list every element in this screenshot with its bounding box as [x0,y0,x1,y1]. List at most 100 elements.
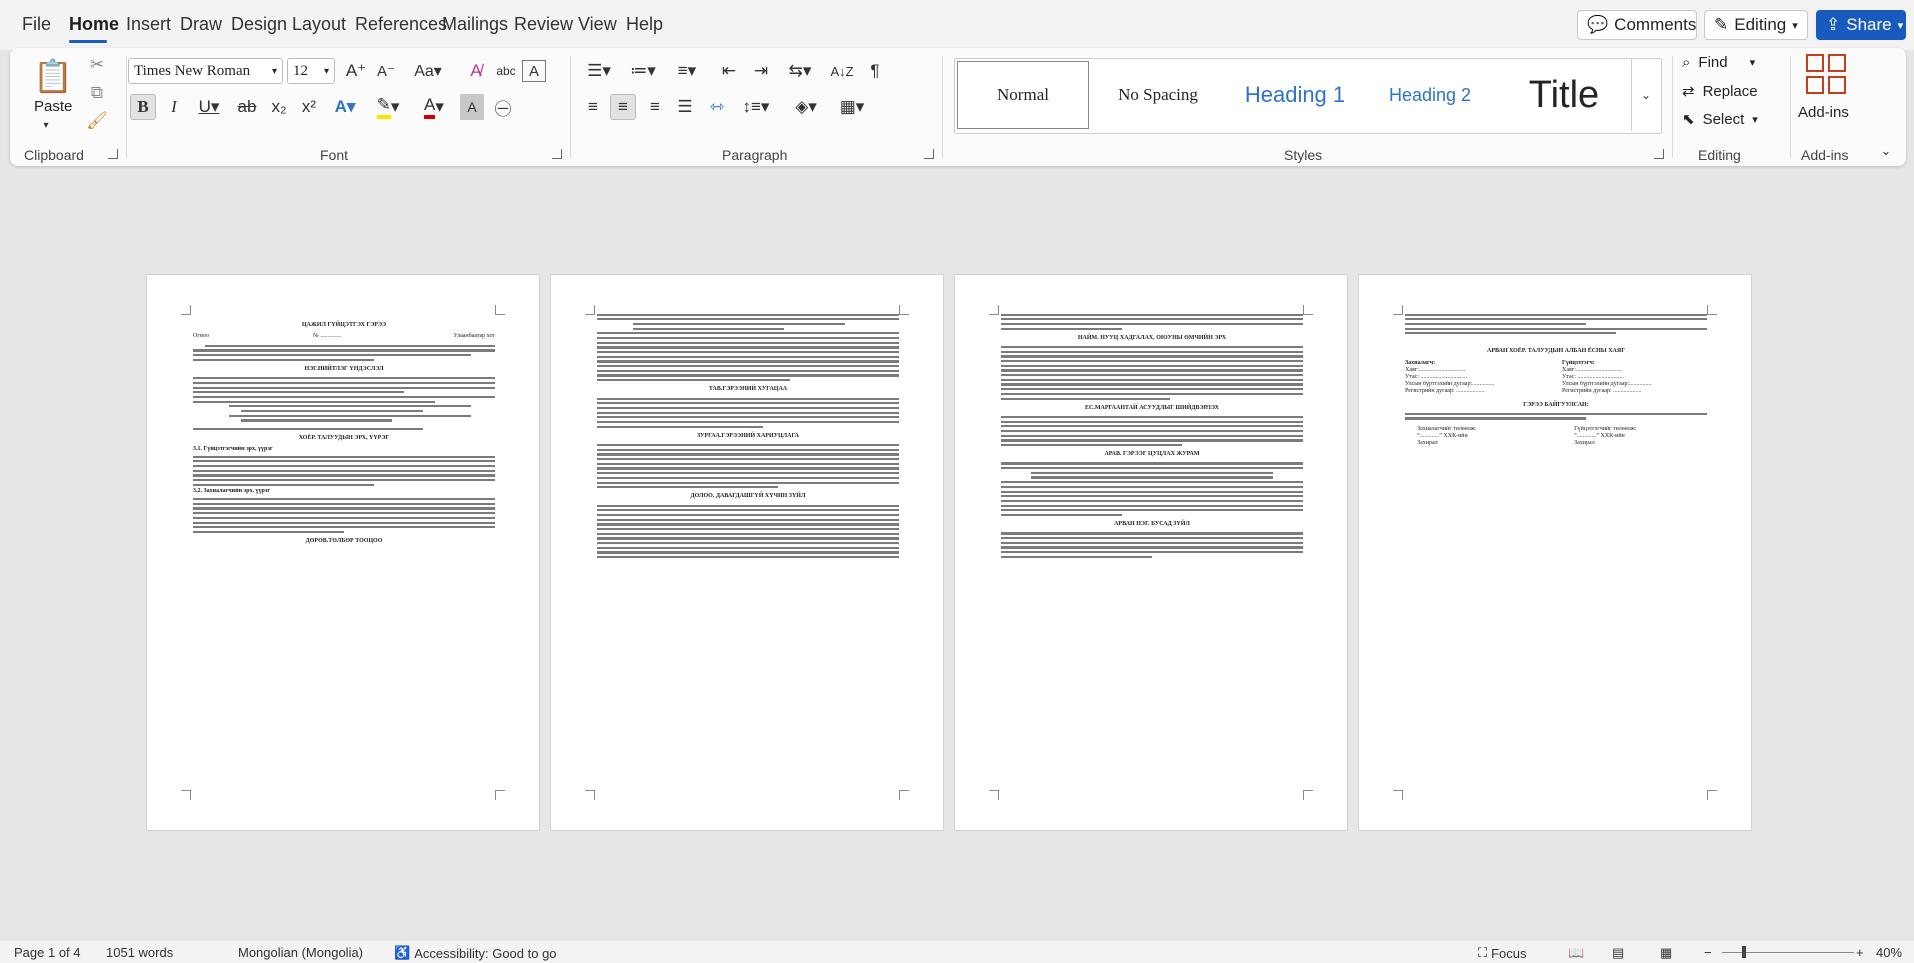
text-line [229,405,471,408]
highlight-color-icon[interactable]: ✎ ▾ [368,94,408,120]
style-normal[interactable]: Normal [957,61,1089,129]
text-effects-icon[interactable]: A▾ [328,94,362,120]
superscript-icon[interactable]: x² [296,94,322,120]
copy-icon[interactable]: ⧉ [86,82,108,104]
tab-layout[interactable]: Layout [292,14,346,35]
change-case-icon[interactable]: Aa▾ [406,58,450,84]
language-indicator[interactable]: Mongolian (Mongolia) [238,945,363,960]
page-2[interactable]: ТАВ.ГЭРЭЭНИЙ ХУГАЦАА ЗУРГАА.ГЭРЭЭНИЙ ХАР… [550,274,944,831]
styles-more-icon[interactable]: ⌄ [1631,59,1660,131]
print-layout-icon[interactable]: ▤ [1612,945,1624,961]
tab-references[interactable]: References [355,14,447,35]
align-right-icon[interactable]: ≡ [642,94,668,120]
word-count[interactable]: 1051 words [106,945,173,960]
accessibility-status[interactable]: ♿ Accessibility: Good to go [394,945,557,961]
share-button[interactable]: ⇪ Share ▾ [1816,10,1906,40]
text-line [1001,378,1303,381]
borders-icon[interactable]: ▦▾ [832,94,872,120]
font-size-dropdown[interactable]: 12 ▾ [287,58,335,84]
align-center-icon[interactable]: ≡ [610,94,636,120]
page-3[interactable]: НАЙМ. НУУЦ ХАДГАЛАХ, ОЮУНЫ ӨМЧИЙН ЭРХ ЕС… [954,274,1348,831]
select-button[interactable]: ⬉ Select ▾ [1682,110,1758,129]
editing-mode-button[interactable]: ✎ Editing ▾ [1704,10,1808,40]
tab-insert[interactable]: Insert [126,14,171,35]
paste-icon[interactable]: 📋 [32,54,74,98]
format-painter-icon[interactable]: 🖌 [86,110,108,132]
align-left-icon[interactable]: ≡ [580,94,606,120]
styles-launcher-icon[interactable] [1654,149,1664,159]
addins-button[interactable]: Add-ins [1798,104,1849,121]
text-line [1001,355,1303,358]
paste-label[interactable]: Paste [34,98,72,115]
read-mode-icon[interactable]: 📖 [1568,945,1584,961]
chevron-down-icon[interactable]: ▾ [39,120,53,131]
font-name-dropdown[interactable]: Times New Roman ▾ [128,58,283,84]
addins-icon[interactable] [1806,54,1846,94]
style-heading-1[interactable]: Heading 1 [1227,61,1363,129]
page-1[interactable]: ЦАЖИЛ ГҮЙЦЭТГЭХ ГЭРЭЭ Огноо № ..........… [146,274,540,831]
tab-review[interactable]: Review [514,14,573,35]
tab-help[interactable]: Help [626,14,663,35]
clipboard-launcher-icon[interactable] [108,149,118,159]
text-line [633,327,785,330]
zoom-in-icon[interactable]: + [1856,945,1864,960]
collapse-ribbon-icon[interactable]: ⌄ [1876,142,1896,160]
strikethrough-icon[interactable]: ab [234,94,260,120]
style-no-spacing[interactable]: No Spacing [1093,61,1223,129]
focus-button[interactable]: ⛶ Focus [1478,945,1527,961]
web-layout-icon[interactable]: ▦ [1660,945,1672,961]
sort-icon[interactable]: A↓Z [828,58,856,84]
paragraph-launcher-icon[interactable] [924,149,934,159]
tab-view[interactable]: View [578,14,617,35]
numbering-icon[interactable]: ≔▾ [624,58,662,84]
zoom-level[interactable]: 40% [1876,945,1902,960]
page-count[interactable]: Page 1 of 4 [14,945,81,960]
zoom-out-icon[interactable]: − [1704,945,1712,960]
text-line [1001,467,1303,470]
text-line [597,402,899,405]
line-spacing-icon[interactable]: ↕≡▾ [736,94,776,120]
find-button[interactable]: ⌕ Find ▾ [1682,54,1755,71]
enclose-characters-icon[interactable]: ㊀ [490,94,516,120]
subscript-icon[interactable]: x₂ [266,94,292,120]
italic-icon[interactable]: I [162,94,186,120]
underline-icon[interactable]: U▾ [192,94,226,120]
font-color-icon[interactable]: A ▾ [414,94,454,120]
page-4[interactable]: АРВАН ХОЁР. ТАЛУУДЫН АЛБАН ЁСНЫ ХАЯГ Зах… [1358,274,1752,831]
tab-mailings[interactable]: Mailings [442,14,508,35]
character-shading-icon[interactable]: A [460,94,484,120]
zoom-slider-thumb[interactable] [1742,946,1746,958]
justify-icon[interactable]: ☰ [672,94,698,120]
tab-file[interactable]: File [22,14,51,35]
bullets-icon[interactable]: ☰▾ [580,58,618,84]
distributed-icon[interactable]: ⇿ [704,94,730,120]
crop-mark [1303,790,1313,800]
character-border-icon[interactable]: A [522,60,546,82]
show-formatting-marks-icon[interactable]: ¶ [862,58,888,84]
decrease-indent-icon[interactable]: ⇤ [716,58,742,84]
font-launcher-icon[interactable] [552,149,562,159]
phonetic-guide-icon[interactable]: abc [494,58,518,84]
style-heading-2[interactable]: Heading 2 [1365,61,1495,129]
style-title[interactable]: Title [1499,61,1629,129]
increase-indent-icon[interactable]: ⇥ [748,58,774,84]
tab-home[interactable]: Home [69,14,119,35]
section-heading: ГЭРЭЭ БАЙГУУЛСАН: [1523,401,1589,408]
tab-draw[interactable]: Draw [180,14,222,35]
text-line [1001,537,1303,540]
clear-formatting-icon[interactable]: A̸ [464,58,488,84]
multilevel-list-icon[interactable]: ≡▾ [668,58,706,84]
bold-icon[interactable]: B [130,94,156,120]
replace-button[interactable]: ⇄ Replace [1682,82,1758,101]
document-canvas[interactable]: ЦАЖИЛ ГҮЙЦЭТГЭХ ГЭРЭЭ Огноо № ..........… [0,166,1914,941]
section-heading: ХОЁР. ТАЛУУДЫН ЭРХ, ҮҮРЭГ [298,434,390,441]
text-line [193,526,495,529]
shrink-font-icon[interactable]: A⁻ [374,58,398,84]
text-line [597,379,791,382]
cut-icon[interactable]: ✂ [86,54,108,76]
comments-button[interactable]: 💬 Comments [1577,10,1697,40]
asian-layout-icon[interactable]: ⇆▾ [780,58,820,84]
tab-design[interactable]: Design [231,14,287,35]
shading-icon[interactable]: ◈▾ [786,94,826,120]
grow-font-icon[interactable]: A⁺ [344,58,368,84]
